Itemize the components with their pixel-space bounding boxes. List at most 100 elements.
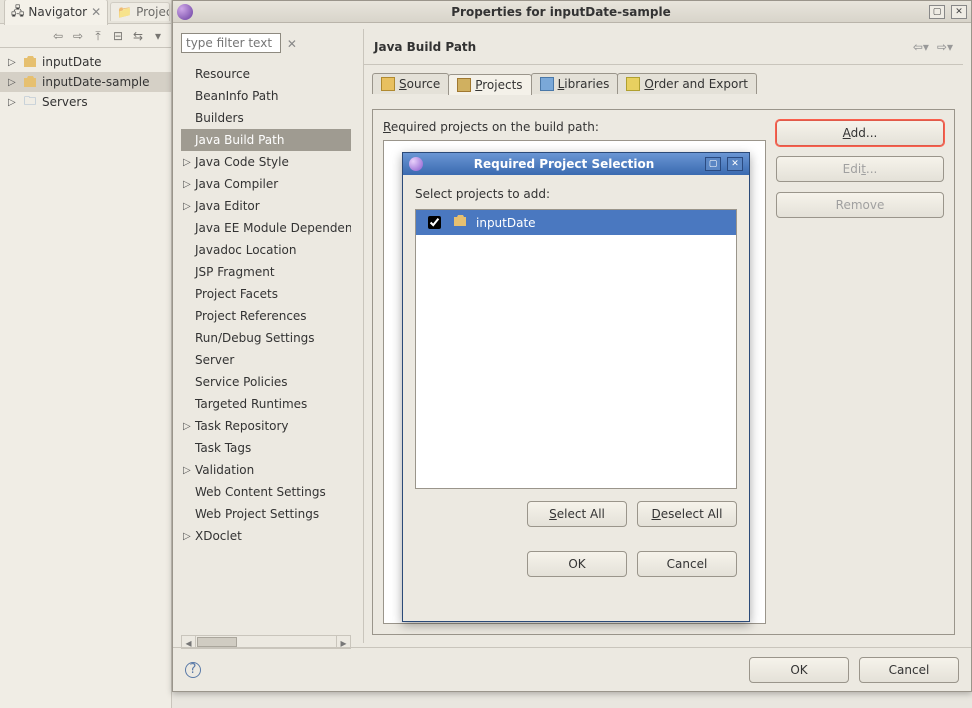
category-item[interactable]: ▷ Task Repository [181,415,351,437]
category-list[interactable]: Resource BeanInfo Path BuildersJava Build … [181,63,351,635]
folder-icon: 📁 [117,5,132,19]
expand-arrow-icon[interactable]: ▷ [183,201,191,212]
header-nav: ⇦▾ ⇨▾ [913,40,953,54]
close-icon[interactable]: ✕ [91,5,101,19]
maximize-button[interactable]: ▢ [705,157,721,171]
tree-item-inputdate-sample[interactable]: ▷ inputDate-sample [0,72,171,92]
category-label: Java Editor [195,199,260,213]
close-button[interactable]: ✕ [727,157,743,171]
category-label: Task Repository [195,419,289,433]
category-item[interactable]: ▷XDoclet [181,525,351,547]
dialog-body: Select projects to add: inputDate Select… [403,175,749,621]
expand-arrow-icon[interactable]: ▷ [183,465,191,476]
navigator-tab[interactable]: 🖧 Navigator ✕ [4,0,108,25]
category-item[interactable]: ▷ Java Code Style [181,151,351,173]
category-item[interactable]: Server [181,349,351,371]
tab-source[interactable]: SSourceource [372,73,449,94]
filter-box: ✕ [181,33,351,53]
collapse-icon[interactable]: ⊟ [111,29,125,43]
folder-icon: 🗀 [22,94,38,110]
dialog-titlebar: Required Project Selection ▢ ✕ [403,153,749,175]
dialog-cancel-button[interactable]: Cancel [637,551,737,577]
edit-button: Edit... [776,156,944,182]
deselect-all-button[interactable]: Deselect All [637,501,737,527]
scroll-thumb[interactable] [197,637,237,647]
category-item[interactable]: Project References [181,305,351,327]
category-item[interactable]: Javadoc Location [181,239,351,261]
tree-item-inputdate[interactable]: ▷ inputDate [0,52,171,72]
dialog-select-row: Select All Deselect All [415,501,737,527]
category-label: Java Code Style [195,155,289,169]
project-icon [22,74,38,90]
filter-input[interactable] [181,33,281,53]
ok-button[interactable]: OK [749,657,849,683]
side-buttons: Add... Edit... Remove [776,120,944,218]
menu-icon[interactable]: ▾ [151,29,165,43]
category-label: Task Tags [195,441,251,455]
category-item[interactable]: Task Tags [181,437,351,459]
back-icon[interactable]: ⇦▾ [913,40,929,54]
cancel-button[interactable]: Cancel [859,657,959,683]
tab-order-export[interactable]: Order and Export [617,73,757,94]
category-label: Java Compiler [195,177,278,191]
navigator-tabbar: 🖧 Navigator ✕ 📁 Project Exp [0,0,171,24]
link-icon[interactable]: ⇆ [131,29,145,43]
category-item[interactable]: JSP Fragment [181,261,351,283]
project-checkbox[interactable] [428,216,441,229]
up-icon[interactable]: ⤒ [91,29,105,43]
maximize-button[interactable]: ▢ [929,5,945,19]
category-label: Validation [195,463,254,477]
back-icon[interactable]: ⇦ [51,29,65,43]
category-item[interactable]: Service Policies [181,371,351,393]
tab-projects[interactable]: Projects [448,74,531,95]
navigator-pane: 🖧 Navigator ✕ 📁 Project Exp ⇦ ⇨ ⤒ ⊟ ⇆ ▾ … [0,0,172,708]
category-item[interactable]: Project Facets [181,283,351,305]
category-item[interactable]: BeanInfo Path [181,85,351,107]
project-explorer-tab[interactable]: 📁 Project Exp [110,2,170,21]
expand-arrow-icon[interactable]: ▷ [183,157,191,168]
select-all-button[interactable]: Select All [527,501,627,527]
close-button[interactable]: ✕ [951,5,967,19]
clear-icon[interactable]: ✕ [287,37,297,51]
tree-item-servers[interactable]: ▷ 🗀 Servers [0,92,171,112]
build-path-tabbar: SSourceource Projects Libraries Order an… [364,65,963,94]
expand-arrow-icon[interactable]: ▷ [183,421,191,432]
tab-libraries[interactable]: Libraries [531,73,619,94]
fwd-icon[interactable]: ⇨▾ [937,40,953,54]
category-item[interactable]: Builders [181,107,351,129]
titlebar: Properties for inputDate-sample ▢ ✕ [173,1,971,23]
category-label: BeanInfo Path [195,89,278,103]
expand-arrow-icon[interactable]: ▷ [8,77,18,88]
category-item[interactable]: Resource [181,63,351,85]
category-label: Service Policies [195,375,288,389]
fwd-icon[interactable]: ⇨ [71,29,85,43]
category-item[interactable]: ▷ Java Editor [181,195,351,217]
required-project-selection-dialog: Required Project Selection ▢ ✕ Select pr… [402,152,750,622]
expand-arrow-icon[interactable]: ▷ [183,531,191,542]
project-selection-list[interactable]: inputDate [415,209,737,489]
list-item[interactable]: inputDate [416,210,736,235]
expand-arrow-icon[interactable]: ▷ [8,57,18,68]
category-item[interactable]: Run/Debug Settings [181,327,351,349]
navigator-tab-label: Navigator [28,5,87,19]
category-item[interactable]: Web Project Settings [181,503,351,525]
category-label: Targeted Runtimes [195,397,307,411]
help-icon[interactable]: ? [185,662,201,678]
category-item[interactable]: ▷ Validation [181,459,351,481]
navigator-icon: 🖧 [11,2,24,23]
project-label: inputDate [476,216,536,230]
dialog-ok-button[interactable]: OK [527,551,627,577]
category-item[interactable]: Java Build Path [181,129,351,151]
category-item[interactable]: Targeted Runtimes [181,393,351,415]
category-item[interactable]: ▷ Java Compiler [181,173,351,195]
remove-button: Remove [776,192,944,218]
expand-arrow-icon[interactable]: ▷ [183,179,191,190]
order-icon [626,77,640,91]
add-button[interactable]: Add... [776,120,944,146]
source-icon [381,77,395,91]
tree-label: inputDate-sample [42,75,150,89]
category-item[interactable]: Web Content Settings [181,481,351,503]
tree-label: Servers [42,95,88,109]
expand-arrow-icon[interactable]: ▷ [8,97,18,108]
category-item[interactable]: Java EE Module Dependencies [181,217,351,239]
